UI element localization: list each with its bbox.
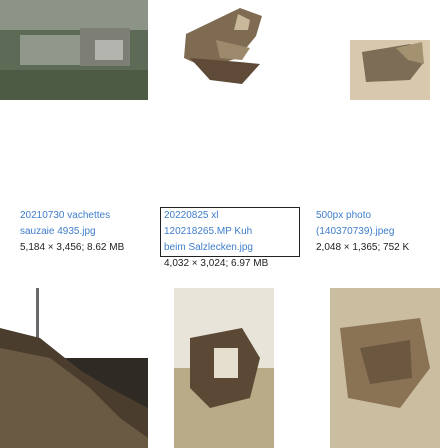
- file-name-link[interactable]: sauzaie 4935.jpg: [20, 224, 124, 240]
- file-name-link[interactable]: beim Salzlecken.jpg: [160, 240, 300, 256]
- thumbnail-row2-left[interactable]: [0, 288, 148, 448]
- file-name-link[interactable]: 500px photo: [316, 208, 409, 224]
- caption-kuh: 20220825 xl 120218265.MP Kuh beim Salzle…: [160, 208, 300, 272]
- file-name-link[interactable]: 120218265.MP Kuh: [160, 224, 300, 240]
- file-name-link[interactable]: 20210730 vachettes: [20, 208, 124, 224]
- thumbnail-row2-right[interactable]: [300, 288, 448, 448]
- thumbnail-kuh[interactable]: [150, 0, 298, 100]
- file-name-link[interactable]: (140370739).jpeg: [316, 224, 409, 240]
- thumbnail-row2-middle[interactable]: [150, 288, 298, 448]
- file-meta: 5,184 × 3,456; 8.62 MB: [20, 242, 125, 253]
- caption-500px-photo: 500px photo (140370739).jpeg 2,048 × 1,3…: [316, 208, 409, 256]
- thumbnail-vachettes[interactable]: [0, 0, 148, 100]
- file-name-link[interactable]: 20220825 xl: [160, 208, 300, 224]
- caption-vachettes: 20210730 vachettes sauzaie 4935.jpg 5,18…: [20, 208, 124, 256]
- file-meta: 2,048 × 1,365; 752 K: [316, 242, 410, 253]
- file-meta: 4,032 × 3,024; 6.97 MB: [164, 258, 269, 269]
- thumbnail-500px-photo[interactable]: [300, 0, 448, 100]
